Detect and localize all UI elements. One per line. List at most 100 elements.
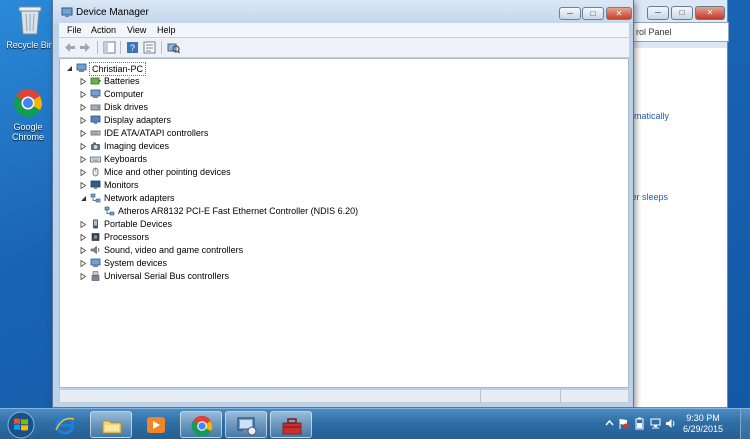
menu-help[interactable]: Help: [157, 25, 176, 35]
keyboard-icon: [90, 156, 101, 163]
expand-arrow-icon[interactable]: [80, 91, 87, 98]
tree-item-label: Processors: [104, 232, 150, 242]
taskbar-windows-explorer[interactable]: [90, 411, 132, 438]
toolbar-separator: [161, 41, 162, 54]
control-panel-window[interactable]: ─ □ ✕ rol Panel omatically ter sleeps: [620, 0, 729, 408]
window-title: Device Manager: [76, 7, 149, 18]
expand-arrow-icon[interactable]: [80, 182, 87, 189]
tree-item-label: Network adapters: [104, 193, 175, 203]
power-battery-icon[interactable]: [634, 417, 645, 430]
control-panel-content: omatically ter sleeps: [621, 48, 727, 407]
maximize-button[interactable]: □: [671, 6, 693, 20]
clock-time: 9:30 PM: [686, 413, 720, 423]
status-divider: [560, 390, 561, 402]
minimize-button[interactable]: ─: [647, 6, 669, 20]
menu-view[interactable]: View: [127, 25, 146, 35]
show-hidden-icons-icon[interactable]: [604, 417, 615, 430]
forward-arrow-icon[interactable]: [79, 41, 92, 54]
expand-arrow-icon[interactable]: [80, 260, 87, 267]
folder-icon: [102, 420, 122, 434]
device-tree[interactable]: Christian-PC Batteries Computer Disk dri…: [59, 58, 629, 388]
menu-bar: File Action View Help: [59, 23, 629, 37]
menu-file[interactable]: File: [67, 25, 82, 35]
expand-arrow-icon[interactable]: [80, 247, 87, 254]
device-manager-icon: [61, 7, 73, 17]
battery-icon: [90, 77, 101, 85]
maximize-button[interactable]: □: [582, 7, 604, 20]
clock-date: 6/29/2015: [682, 424, 724, 434]
taskbar-media-player[interactable]: [135, 411, 177, 438]
expand-arrow-icon[interactable]: [80, 104, 87, 111]
expand-arrow-icon[interactable]: [80, 117, 87, 124]
close-button[interactable]: ✕: [695, 6, 725, 20]
tree-item-label: Portable Devices: [104, 219, 173, 229]
system-device-icon: [90, 258, 101, 267]
internet-explorer-icon: [55, 415, 75, 435]
collapse-arrow-icon[interactable]: [66, 65, 73, 72]
taskbar-device-manager[interactable]: [225, 411, 267, 438]
taskbar: 9:30 PM 6/29/2015: [0, 408, 750, 439]
computer-icon: [76, 63, 87, 72]
close-button[interactable]: ✕: [606, 7, 632, 20]
tree-item-label: IDE ATA/ATAPI controllers: [104, 128, 209, 138]
show-desktop-button[interactable]: [740, 409, 750, 439]
recycle-bin-icon: [18, 6, 42, 35]
expand-arrow-icon[interactable]: [80, 78, 87, 85]
help-icon[interactable]: ?: [126, 41, 139, 54]
power-option-link[interactable]: omatically: [629, 111, 669, 121]
action-center-flag-icon[interactable]: [618, 417, 629, 430]
network-icon[interactable]: [650, 417, 661, 430]
tree-item-label: Mice and other pointing devices: [104, 167, 231, 177]
taskbar-google-chrome[interactable]: [180, 411, 222, 438]
expand-arrow-icon[interactable]: [80, 169, 87, 176]
status-divider: [480, 390, 481, 402]
expand-arrow-icon[interactable]: [80, 130, 87, 137]
display-adapter-icon: [90, 115, 101, 124]
desktop: Recycle Bin Google Chrome ─ □ ✕ rol Pane…: [0, 0, 750, 408]
expand-arrow-icon[interactable]: [80, 156, 87, 163]
tree-item-label: Batteries: [104, 76, 140, 86]
tree-item-label: Universal Serial Bus controllers: [104, 271, 230, 281]
computer-icon: [90, 89, 101, 98]
chrome-icon: [14, 89, 42, 117]
toolbar-separator: [120, 41, 121, 54]
taskbar-toolbox-app[interactable]: [270, 411, 312, 438]
back-arrow-icon[interactable]: [63, 41, 76, 54]
usb-icon: [91, 271, 100, 281]
network-adapter-icon: [104, 206, 115, 216]
tree-item-label: Keyboards: [104, 154, 148, 164]
minimize-button[interactable]: ─: [559, 7, 581, 20]
collapse-arrow-icon[interactable]: [80, 195, 87, 202]
expand-arrow-icon[interactable]: [80, 273, 87, 280]
show-hide-tree-icon[interactable]: [103, 41, 116, 54]
titlebar[interactable]: Device Manager ─ □ ✕: [53, 0, 633, 24]
address-bar[interactable]: rol Panel: [629, 22, 729, 42]
ide-controller-icon: [90, 130, 101, 136]
network-adapter-icon: [90, 193, 101, 203]
processor-icon: [91, 233, 100, 241]
tree-item-label: Imaging devices: [104, 141, 170, 151]
tree-root-label: Christian-PC: [89, 62, 147, 76]
tree-item-label: Atheros AR8132 PCI-E Fast Ethernet Contr…: [118, 206, 359, 216]
toolbar: ?: [59, 38, 629, 58]
scan-hardware-icon[interactable]: [167, 41, 180, 54]
google-chrome-desktop-icon[interactable]: Google Chrome: [0, 88, 56, 142]
tree-item-label: Disk drives: [104, 102, 149, 112]
menu-action[interactable]: Action: [91, 25, 116, 35]
google-chrome-label: Google Chrome: [11, 122, 44, 142]
start-button-icon[interactable]: [4, 410, 38, 439]
recycle-bin-label: Recycle Bin: [6, 40, 54, 50]
status-bar: [59, 389, 629, 403]
device-manager-window[interactable]: Device Manager ─ □ ✕ File Action View He…: [52, 0, 634, 408]
recycle-bin-desktop-icon[interactable]: Recycle Bin: [2, 4, 58, 50]
taskbar-internet-explorer[interactable]: [44, 411, 86, 438]
expand-arrow-icon[interactable]: [80, 234, 87, 241]
sleep-option-link[interactable]: ter sleeps: [629, 192, 668, 202]
expand-arrow-icon[interactable]: [80, 221, 87, 228]
device-manager-icon: [237, 417, 257, 436]
clock[interactable]: 9:30 PM 6/29/2015: [670, 413, 736, 435]
properties-icon[interactable]: [143, 41, 156, 54]
expand-arrow-icon[interactable]: [80, 143, 87, 150]
tree-item-label: System devices: [104, 258, 168, 268]
tree-item-label: Display adapters: [104, 115, 172, 125]
